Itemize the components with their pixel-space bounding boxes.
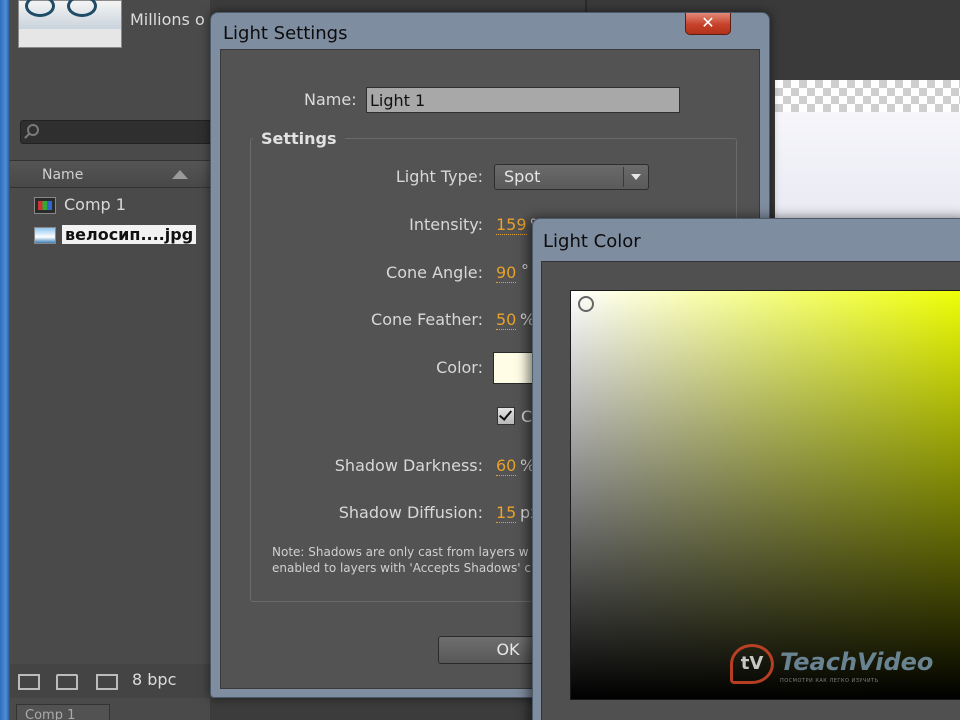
project-panel (10, 0, 210, 720)
transparency-grid (775, 80, 960, 112)
cone-angle-unit: ° (521, 261, 529, 280)
chevron-down-icon (631, 174, 641, 180)
close-button[interactable]: ✕ (685, 13, 731, 35)
settings-group-title: Settings (253, 129, 345, 148)
project-column-header[interactable]: Name (10, 160, 215, 188)
dialog-title: Light Color (543, 231, 641, 252)
cone-feather-label: Cone Feather: (371, 310, 483, 329)
light-type-select[interactable]: Spot (494, 164, 649, 190)
project-item-label: велосип....jpg (62, 225, 197, 244)
thumbnail-info: Millions o (130, 10, 205, 29)
column-name-label: Name (42, 167, 84, 183)
shadow-diffusion-label: Shadow Diffusion: (338, 503, 483, 522)
timeline-tab-comp[interactable]: Comp 1 (16, 704, 110, 720)
bicycle-wheel-icon (25, 0, 55, 17)
teachvideo-logo-icon: tV (730, 644, 774, 684)
checkmark-icon (498, 407, 513, 421)
cone-angle-label: Cone Angle: (386, 263, 483, 282)
intensity-label: Intensity: (409, 215, 483, 234)
new-folder-icon[interactable] (56, 674, 78, 690)
light-type-value: Spot (504, 167, 541, 186)
cone-angle-value[interactable]: 90 (496, 264, 517, 283)
note-line: enabled to layers with 'Accepts Shadows'… (272, 561, 531, 575)
shadow-darkness-label: Shadow Darkness: (334, 456, 483, 475)
cone-feather-value[interactable]: 50 (496, 311, 517, 330)
color-picker-handle[interactable] (578, 296, 594, 312)
shadow-note: Note: Shadows are only cast from layers … (272, 544, 542, 576)
new-composition-icon[interactable] (96, 674, 118, 690)
select-divider (623, 167, 624, 187)
watermark-name: TeachVideo (780, 648, 934, 676)
name-label: Name: (304, 90, 357, 109)
watermark-tagline: ПОСМОТРИ КАК ЛЕГКО ИЗУЧИТЬ (780, 678, 879, 684)
bicycle-wheel-icon (67, 0, 97, 17)
saturation-brightness-field[interactable] (570, 290, 960, 700)
footage-thumbnail (18, 0, 122, 48)
composition-icon (34, 197, 56, 214)
teachvideo-watermark: tV TeachVideo ПОСМОТРИ КАК ЛЕГКО ИЗУЧИТЬ (730, 640, 934, 690)
shadow-diffusion-value[interactable]: 15 (496, 504, 517, 523)
color-label: Color: (436, 358, 483, 377)
project-item-label: Comp 1 (64, 195, 126, 214)
shadow-darkness-value[interactable]: 60 (496, 457, 517, 476)
casts-shadows-checkbox[interactable] (497, 407, 515, 425)
note-line: Note: Shadows are only cast from layers … (272, 545, 529, 559)
sort-ascending-icon[interactable] (172, 170, 188, 179)
project-bottom-bar: 8 bpc (10, 664, 215, 698)
search-icon (27, 124, 39, 136)
bit-depth-button[interactable]: 8 bpc (132, 670, 176, 689)
window-edge (0, 0, 10, 720)
project-search-input[interactable] (20, 120, 220, 144)
light-name-input[interactable] (366, 87, 680, 113)
interpret-footage-icon[interactable] (18, 674, 40, 690)
light-type-label: Light Type: (395, 167, 483, 186)
intensity-value[interactable]: 159 (496, 216, 527, 235)
dialog-title: Light Settings (223, 23, 348, 44)
image-file-icon (34, 227, 56, 244)
